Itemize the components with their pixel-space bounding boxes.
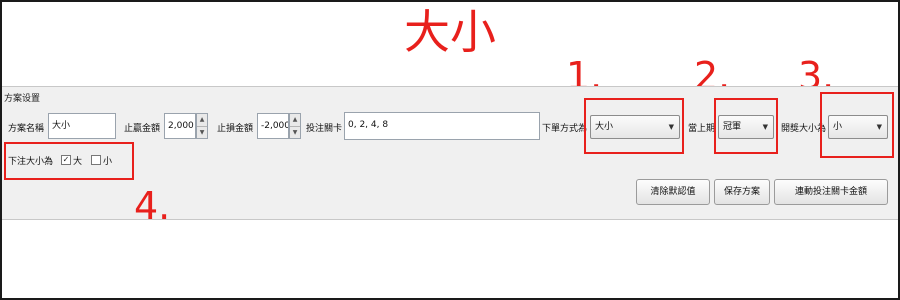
highlight-box-3 (820, 92, 894, 158)
take-profit-stepper[interactable]: ▲ ▼ (196, 113, 208, 139)
highlight-box-1 (584, 98, 684, 154)
annotation-number-4: 4. (134, 184, 171, 228)
highlight-box-4 (4, 142, 134, 180)
arrow-down-icon[interactable]: ▼ (290, 127, 300, 139)
arrow-up-icon[interactable]: ▲ (197, 114, 207, 127)
clear-default-button[interactable]: 清除默認值 (636, 179, 710, 205)
page-title: 大小 (404, 5, 496, 59)
bet-level-input[interactable]: 0, 2, 4, 8 (344, 112, 540, 140)
plan-name-input[interactable]: 大小 (48, 113, 116, 139)
take-profit-input[interactable]: 2,000 (164, 113, 196, 139)
stop-loss-label: 止損金額 (217, 124, 254, 134)
order-mode-label: 下單方式為 (542, 124, 588, 134)
take-profit-label: 止贏金額 (124, 124, 161, 134)
stop-loss-stepper[interactable]: ▲ ▼ (289, 113, 301, 139)
bet-level-label: 投注關卡 (306, 124, 343, 134)
plan-name-label: 方案名稱 (8, 124, 45, 134)
highlight-box-2 (714, 98, 778, 154)
arrow-up-icon[interactable]: ▲ (290, 114, 300, 127)
arrow-down-icon[interactable]: ▼ (197, 127, 207, 139)
stop-loss-input[interactable]: -2,000 (257, 113, 289, 139)
section-title: 方案设置 (4, 94, 41, 104)
current-period-label: 當上期 (688, 124, 716, 134)
save-plan-button[interactable]: 保存方案 (714, 179, 770, 205)
link-bet-amount-button[interactable]: 連動投注關卡金額 (774, 179, 888, 205)
